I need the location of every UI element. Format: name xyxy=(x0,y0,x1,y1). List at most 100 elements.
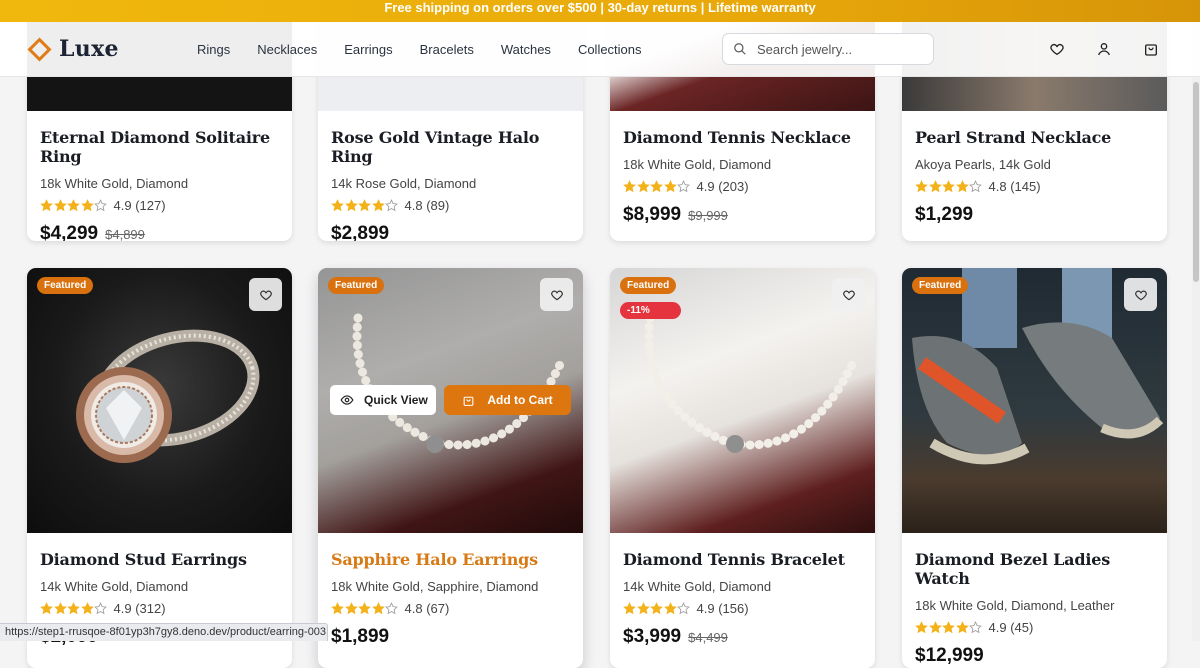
product-material: 18k White Gold, Diamond xyxy=(623,157,862,172)
star-filled-icon xyxy=(664,180,677,193)
shopping-bag-icon xyxy=(462,394,475,407)
wishlist-icon[interactable] xyxy=(1049,41,1065,57)
product-price: $4,299 xyxy=(40,223,98,241)
product-price: $2,899 xyxy=(331,223,389,241)
heart-icon xyxy=(1134,288,1148,302)
search-placeholder: Search jewelry... xyxy=(757,42,852,57)
product-price: $3,999 xyxy=(623,626,681,648)
product-name[interactable]: Sapphire Halo Earrings xyxy=(331,550,570,569)
star-filled-icon xyxy=(637,180,650,193)
original-price: $4,499 xyxy=(688,630,728,645)
star-empty-icon xyxy=(969,621,982,634)
link-status-bar: https://step1-rrusqoe-8f01yp3h7gy8.deno.… xyxy=(0,623,328,641)
product-rating: 4.9 (312) xyxy=(40,601,279,616)
review-count: (156) xyxy=(718,601,748,616)
star-filled-icon xyxy=(372,602,385,615)
search-input[interactable]: Search jewelry... xyxy=(722,33,934,65)
product-name[interactable]: Rose Gold Vintage Halo Ring xyxy=(331,128,570,166)
nav-item-rings[interactable]: Rings xyxy=(197,42,230,57)
search-icon xyxy=(733,42,747,56)
product-name[interactable]: Diamond Tennis Necklace xyxy=(623,128,862,147)
product-card[interactable]: Featured Diamond Stud Earrings 14k White… xyxy=(27,268,292,668)
product-material: 18k White Gold, Diamond, Leather xyxy=(915,598,1154,613)
wishlist-button[interactable] xyxy=(540,278,573,311)
product-card[interactable]: Featured Diamond Bezel Ladies Watch 18k … xyxy=(902,268,1167,668)
heart-icon xyxy=(550,288,564,302)
nav-item-bracelets[interactable]: Bracelets xyxy=(420,42,474,57)
star-filled-icon xyxy=(915,621,928,634)
star-filled-icon xyxy=(331,602,344,615)
star-rating-icon xyxy=(915,621,983,634)
star-filled-icon xyxy=(956,180,969,193)
cart-icon[interactable] xyxy=(1143,41,1159,57)
review-count: (127) xyxy=(135,198,165,213)
product-name[interactable]: Diamond Stud Earrings xyxy=(40,550,279,569)
product-image[interactable]: Featured -11% xyxy=(610,268,875,533)
star-rating-icon xyxy=(40,199,108,212)
star-filled-icon xyxy=(372,199,385,212)
nav-item-watches[interactable]: Watches xyxy=(501,42,551,57)
rating-value: 4.8 xyxy=(989,179,1007,194)
star-filled-icon xyxy=(915,180,928,193)
product-card[interactable]: Featured -11% Diamond Tennis Bracelet 14… xyxy=(610,268,875,668)
add-to-cart-button[interactable]: Add to Cart xyxy=(444,385,571,415)
review-count: (312) xyxy=(135,601,165,616)
star-filled-icon xyxy=(358,602,371,615)
product-image[interactable]: Featured Quick View Add to Cart xyxy=(318,268,583,533)
nav-item-earrings[interactable]: Earrings xyxy=(344,42,392,57)
product-material: 14k Rose Gold, Diamond xyxy=(331,176,570,191)
star-filled-icon xyxy=(345,602,358,615)
star-empty-icon xyxy=(677,602,690,615)
brand-logo[interactable]: Luxe xyxy=(28,36,119,62)
star-empty-icon xyxy=(677,180,690,193)
review-count: (67) xyxy=(426,601,449,616)
star-rating-icon xyxy=(915,180,983,193)
product-name[interactable]: Pearl Strand Necklace xyxy=(915,128,1154,147)
rating-value: 4.9 xyxy=(114,601,132,616)
wishlist-button[interactable] xyxy=(249,278,282,311)
quick-view-button[interactable]: Quick View xyxy=(330,385,436,415)
review-count: (203) xyxy=(718,179,748,194)
star-filled-icon xyxy=(358,199,371,212)
product-image[interactable]: Featured xyxy=(902,268,1167,533)
star-empty-icon xyxy=(385,602,398,615)
product-image[interactable]: Featured xyxy=(27,268,292,533)
add-to-cart-label: Add to Cart xyxy=(487,393,552,407)
review-count: (89) xyxy=(426,198,449,213)
product-card[interactable]: Featured Quick View Add to Cart Sapphire… xyxy=(318,268,583,668)
wishlist-button[interactable] xyxy=(1124,278,1157,311)
wishlist-button[interactable] xyxy=(832,278,865,311)
heart-icon xyxy=(259,288,273,302)
product-material: 14k White Gold, Diamond xyxy=(623,579,862,594)
product-price: $1,899 xyxy=(331,626,389,648)
star-rating-icon xyxy=(623,180,691,193)
featured-badge: Featured xyxy=(328,277,384,294)
rating-value: 4.9 xyxy=(697,179,715,194)
discount-badge: -11% xyxy=(620,302,681,319)
nav-item-collections[interactable]: Collections xyxy=(578,42,642,57)
user-icon[interactable] xyxy=(1096,41,1112,57)
rating-value: 4.9 xyxy=(697,601,715,616)
rating-value: 4.9 xyxy=(989,620,1007,635)
star-filled-icon xyxy=(81,602,94,615)
star-filled-icon xyxy=(650,180,663,193)
eye-icon xyxy=(340,393,354,407)
star-empty-icon xyxy=(94,602,107,615)
product-name[interactable]: Diamond Bezel Ladies Watch xyxy=(915,550,1154,588)
product-material: 18k White Gold, Sapphire, Diamond xyxy=(331,579,570,594)
scrollbar-thumb[interactable] xyxy=(1193,82,1199,282)
product-rating: 4.8 (89) xyxy=(331,198,570,213)
scrollbar[interactable] xyxy=(1192,22,1200,641)
product-name[interactable]: Eternal Diamond Solitaire Ring xyxy=(40,128,279,166)
star-filled-icon xyxy=(623,602,636,615)
star-filled-icon xyxy=(345,199,358,212)
star-filled-icon xyxy=(67,199,80,212)
product-material: 18k White Gold, Diamond xyxy=(40,176,279,191)
product-name[interactable]: Diamond Tennis Bracelet xyxy=(623,550,862,569)
product-rating: 4.9 (156) xyxy=(623,601,862,616)
star-filled-icon xyxy=(40,199,53,212)
star-rating-icon xyxy=(40,602,108,615)
nav-item-necklaces[interactable]: Necklaces xyxy=(257,42,317,57)
star-filled-icon xyxy=(331,199,344,212)
star-rating-icon xyxy=(623,602,691,615)
